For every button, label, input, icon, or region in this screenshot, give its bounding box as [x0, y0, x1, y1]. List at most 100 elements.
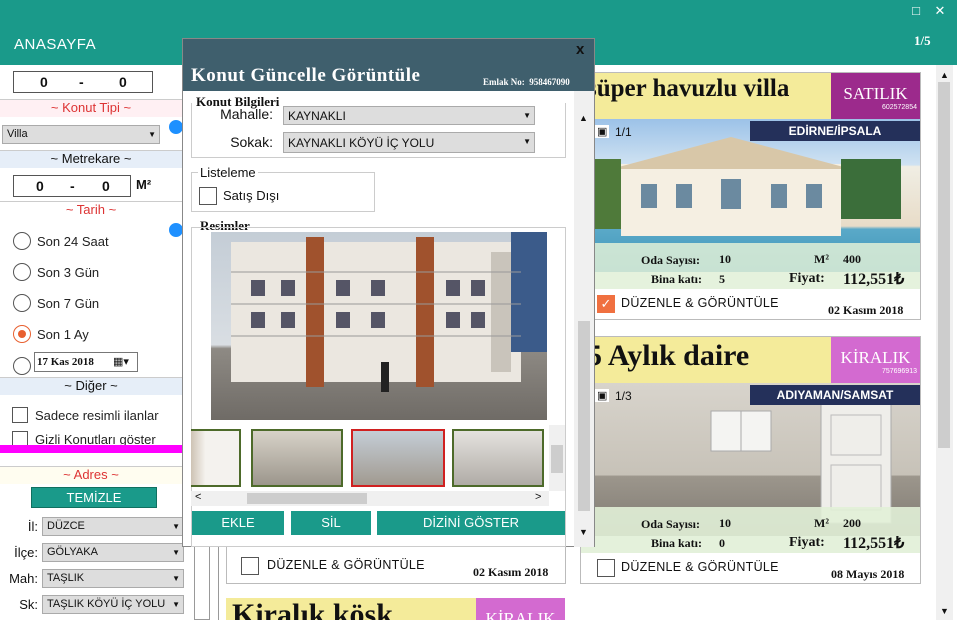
scroll-down-icon[interactable]: ▼	[940, 606, 949, 616]
thumbnail[interactable]	[191, 429, 241, 487]
thumbnail-vscroll[interactable]	[549, 425, 565, 491]
konut-tipi-header: ~ Konut Tipi ~	[0, 99, 182, 117]
mahalle-select[interactable]: KAYNAKLI ▼	[283, 106, 535, 125]
chevron-down-icon: ▼	[523, 111, 531, 120]
camera-icon: ▣	[595, 125, 610, 138]
sk-select[interactable]: TAŞLIK KÖYÜ İÇ YOLU ▼	[42, 595, 184, 614]
scroll-up-icon[interactable]: ▲	[579, 113, 588, 123]
price-max-input[interactable]: 0	[119, 74, 127, 90]
konut-tipi-value: Villa	[7, 128, 28, 140]
sokak-select[interactable]: KAYNAKLI KÖYÜ İÇ YOLU ▼	[283, 132, 535, 153]
date-picker[interactable]: 17 Kas 2018 ▦▾	[34, 352, 138, 372]
dialog-scroll-content: Konut Bilgileri Mahalle: KAYNAKLI ▼ Sokak…	[183, 91, 574, 547]
status-badge: KİRALIK	[476, 598, 565, 620]
sk-value: TAŞLIK KÖYÜ İÇ YOLU	[47, 598, 166, 610]
status-badge: SATILIK 602572854	[831, 73, 920, 119]
price-min-input[interactable]: 0	[40, 74, 48, 90]
scroll-thumb[interactable]	[938, 82, 950, 448]
edit-checkbox[interactable]	[597, 559, 615, 577]
calendar-icon[interactable]: ▦▾	[113, 355, 129, 368]
dialog-scrollbar[interactable]: ▲ ▼	[574, 91, 594, 547]
m2-max-input[interactable]: 0	[102, 178, 110, 194]
ekle-button[interactable]: EKLE	[192, 511, 284, 535]
satis-disi-checkbox[interactable]	[199, 187, 217, 205]
checkbox-label: Sadece resimli ilanlar	[35, 408, 159, 423]
thumbnail-strip	[191, 425, 551, 491]
radio-son-24-saat[interactable]	[13, 232, 31, 250]
sil-button[interactable]: SİL	[291, 511, 371, 535]
thumbnail[interactable]	[251, 429, 343, 487]
radio-son-3-gun[interactable]	[13, 263, 31, 281]
maximize-icon[interactable]: □	[909, 4, 923, 18]
oda-label: Oda Sayısı:	[641, 517, 701, 531]
refresh-icon[interactable]	[169, 120, 183, 134]
close-icon[interactable]: ✕	[933, 4, 947, 18]
oda-value: 10	[719, 516, 731, 530]
scroll-left-icon[interactable]: <	[195, 491, 201, 503]
il-select[interactable]: DÜZCE ▼	[42, 517, 184, 536]
scroll-thumb[interactable]	[578, 321, 590, 511]
thumbnail-selected[interactable]	[351, 429, 445, 487]
listing-card: 5 Aylık daire KİRALIK 757696913 ▣ 1/3 AD…	[580, 336, 921, 584]
chevron-down-icon: ▼	[172, 574, 180, 583]
radio-label: Son 1 Ay	[37, 327, 89, 342]
photo-count: 1/3	[615, 389, 632, 403]
kat-value: 5	[719, 272, 725, 286]
chevron-down-icon: ▼	[523, 137, 531, 146]
radio-label: Son 3 Gün	[37, 265, 100, 280]
main-photo[interactable]	[211, 232, 547, 420]
window-titlebar	[0, 0, 957, 25]
scroll-right-icon[interactable]: >	[535, 491, 541, 503]
chevron-down-icon: ▼	[172, 600, 180, 609]
dialog-title: Konut Güncelle Görüntüle	[191, 65, 421, 86]
sidebar-scroll[interactable]	[194, 540, 210, 620]
dizini-goster-button[interactable]: DİZİNİ GÖSTER	[377, 511, 565, 535]
camera-icon: ▣	[595, 389, 610, 402]
temizle-button[interactable]: TEMİZLE	[31, 487, 157, 508]
m2-unit: M²	[136, 177, 152, 192]
edit-checkbox-checked[interactable]: ✓	[597, 295, 615, 313]
fiyat-value: 112,551₺	[843, 271, 905, 288]
kat-label: Bina katı:	[651, 272, 703, 286]
chevron-down-icon: ▼	[172, 522, 180, 531]
thumbnail-hscroll[interactable]: < >	[191, 491, 549, 506]
divider	[0, 445, 182, 453]
ilce-value: GÖLYAKA	[47, 546, 98, 558]
sokak-label: Sokak:	[230, 134, 273, 150]
card-title: 5 Aylık daire	[587, 339, 750, 372]
radio-custom-date[interactable]	[13, 357, 31, 375]
price-range-separator: -	[79, 74, 84, 90]
ilce-select[interactable]: GÖLYAKA ▼	[42, 543, 184, 562]
edit-checkbox[interactable]	[241, 557, 259, 575]
fiyat-value: 112,551₺	[843, 535, 905, 552]
dialog-close-button[interactable]: x	[576, 41, 584, 58]
listing-date: 02 Kasım 2018	[473, 565, 549, 579]
tarih-header: ~ Tarih ~	[0, 201, 182, 219]
radio-label: Son 24 Saat	[37, 234, 109, 249]
sk-label: Sk:	[19, 597, 38, 612]
badge-label: KİRALIK	[840, 348, 911, 367]
mah-select[interactable]: TAŞLIK ▼	[42, 569, 184, 588]
scroll-thumb[interactable]	[247, 493, 367, 504]
scroll-up-icon[interactable]: ▲	[940, 70, 949, 80]
home-title[interactable]: ANASAYFA	[14, 36, 96, 53]
mah-value: TAŞLIK	[47, 572, 85, 584]
scroll-thumb[interactable]	[551, 445, 563, 473]
photo-count: 1/1	[615, 125, 632, 139]
fiyat-label: Fiyat:	[789, 535, 825, 550]
badge-number: 602572854	[881, 104, 917, 111]
checkbox-resimli-ilanlar[interactable]	[12, 407, 28, 423]
refresh-icon[interactable]	[169, 223, 183, 237]
ilce-label: İlçe:	[14, 545, 38, 560]
thumbnail[interactable]	[452, 429, 544, 487]
konut-tipi-select[interactable]: Villa ▼	[2, 125, 160, 144]
m2-min-input[interactable]: 0	[36, 178, 44, 194]
scroll-down-icon[interactable]: ▼	[579, 527, 588, 537]
radio-son-7-gun[interactable]	[13, 294, 31, 312]
location-bar: ADIYAMAN/SAMSAT	[750, 385, 920, 405]
status-badge: KİRALIK 757696913	[831, 337, 920, 383]
card-title: Kiralık köşk	[232, 598, 393, 620]
sokak-value: KAYNAKLI KÖYÜ İÇ YOLU	[288, 136, 435, 150]
emlak-no-label: Emlak No:	[483, 77, 525, 87]
radio-son-1-ay[interactable]	[13, 325, 31, 343]
